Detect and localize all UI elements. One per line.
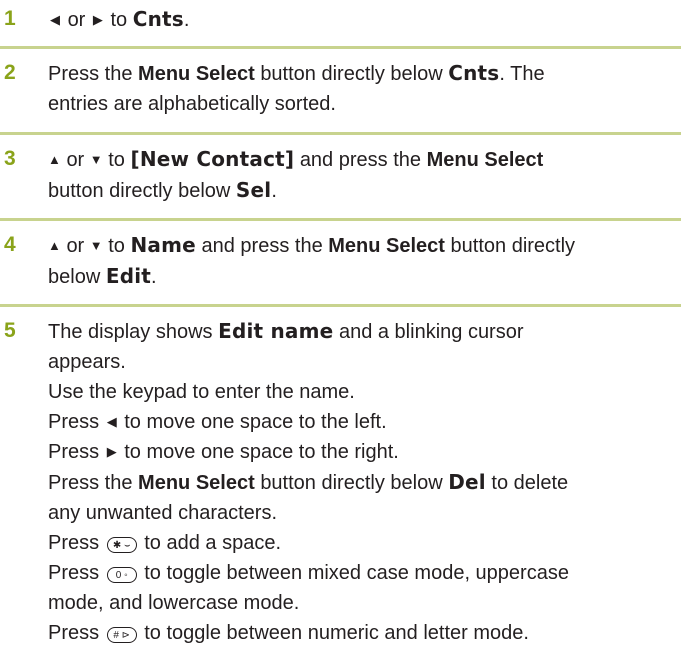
- step-text: Press the Menu Select button directly be…: [48, 61, 545, 115]
- step-number: 5: [4, 319, 16, 342]
- step-text: The display shows Edit name and a blinki…: [48, 319, 569, 644]
- left-arrow-icon: ◀: [106, 414, 117, 429]
- divider: [0, 46, 681, 49]
- step-number: 4: [4, 233, 16, 256]
- display-text: Cnts: [132, 7, 184, 31]
- right-arrow-icon: ▶: [106, 444, 117, 459]
- down-arrow-icon: ▼: [89, 238, 103, 253]
- hash-key-icon: # ⊳: [106, 627, 137, 643]
- display-text: Edit: [105, 264, 152, 288]
- display-text: Edit name: [218, 319, 334, 343]
- display-text: Del: [448, 470, 486, 494]
- step-number: 2: [4, 61, 16, 84]
- left-arrow-icon: ◀: [50, 12, 60, 27]
- display-text: Name: [130, 233, 196, 257]
- zero-key-icon: 0 ◦: [106, 567, 137, 583]
- star-key-icon: ✱ ⌣: [106, 537, 137, 553]
- step-number: 3: [4, 147, 16, 170]
- down-arrow-icon: ▼: [89, 152, 103, 167]
- up-arrow-icon: ▲: [48, 152, 61, 167]
- divider: [0, 304, 681, 307]
- step-number: 1: [4, 7, 16, 30]
- step-text: ▲ or ▼ to [New Contact] and press the Me…: [48, 147, 544, 202]
- display-text: [New Contact]: [130, 147, 295, 171]
- display-text: Sel: [235, 178, 272, 202]
- right-arrow-icon: ▶: [92, 12, 103, 27]
- display-text: Cnts: [448, 61, 500, 85]
- divider: [0, 132, 681, 135]
- step-text: ▲ or ▼ to Name and press the Menu Select…: [48, 233, 576, 288]
- step-text: ◀ or ▶ to Cnts.: [48, 4, 678, 35]
- up-arrow-icon: ▲: [48, 238, 61, 253]
- divider: [0, 218, 681, 221]
